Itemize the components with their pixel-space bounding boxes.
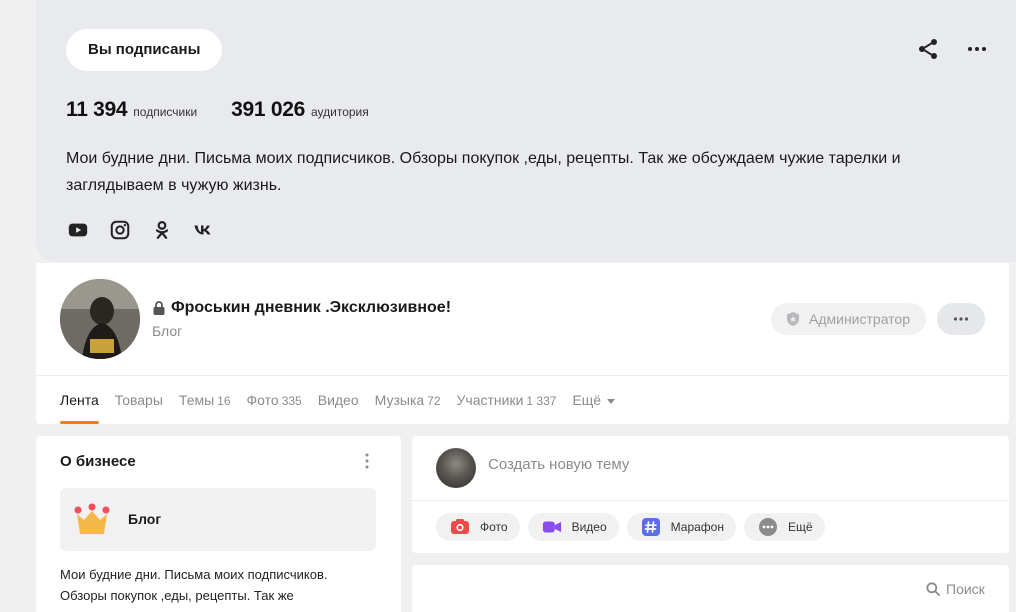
more-chip[interactable]: Ещё	[743, 513, 825, 541]
more-dots-icon	[953, 317, 969, 321]
chip-label: Фото	[480, 520, 508, 534]
tab-music[interactable]: Музыка 72	[375, 376, 441, 424]
create-topic-input[interactable]: Создать новую тему	[488, 456, 629, 473]
about-business-card: О бизнесе Блог Мои будние дни. Письма мо…	[36, 436, 401, 612]
subscribers-count: 11 394	[66, 98, 128, 121]
crown-icon	[74, 503, 110, 537]
more-dots-icon	[758, 517, 778, 537]
audience-count: 391 026	[231, 98, 305, 121]
about-business-text: Мои будние дни. Письма моих подписчиков.…	[60, 567, 328, 603]
audience-label: аудитория	[310, 105, 369, 119]
create-chips: Фото Видео Марафон Ещё	[436, 513, 825, 541]
video-chip[interactable]: Видео	[527, 513, 619, 541]
group-title-text[interactable]: Фроськин дневник .Эксклюзивное!	[171, 299, 451, 317]
tab-count: 1 337	[526, 394, 557, 408]
tab-label: Ещё	[572, 392, 602, 408]
user-avatar[interactable]	[436, 448, 476, 488]
tab-count: 16	[217, 394, 231, 408]
tab-label: Участники	[456, 392, 524, 408]
administrator-label: Администратор	[809, 311, 911, 327]
marathon-chip[interactable]: Марафон	[626, 513, 736, 541]
vertical-more-icon[interactable]	[358, 451, 376, 471]
search-icon	[926, 582, 940, 596]
tab-label: Товары	[114, 392, 163, 408]
group-avatar[interactable]	[60, 279, 140, 359]
share-icon[interactable]	[916, 37, 940, 61]
group-tabs: Лента Товары Темы 16 Фото 335 Видео Музыка…	[60, 376, 631, 424]
blog-label: Блог	[128, 511, 162, 527]
photo-chip[interactable]: Фото	[436, 513, 520, 541]
tab-products[interactable]: Товары	[115, 376, 163, 424]
more-options-icon[interactable]	[965, 37, 989, 61]
channel-header-card: Вы подписаны 11 394 подписчики 391 026 а…	[36, 0, 1016, 262]
tab-count: 72	[427, 394, 441, 408]
group-header-card: Фроськин дневник .Эксклюзивное! Блог Адм…	[36, 263, 1009, 424]
tab-feed[interactable]: Лента	[60, 376, 99, 424]
channel-stats: 11 394 подписчики 391 026 аудитория	[66, 98, 403, 122]
tab-count: 335	[281, 394, 302, 408]
subscribers-label: подписчики	[133, 105, 198, 119]
create-topic-card: Создать новую тему Фото Видео Марафон Ещ…	[412, 436, 1009, 553]
chip-label: Видео	[571, 520, 607, 534]
subscribed-button[interactable]: Вы подписаны	[66, 29, 223, 71]
group-more-button[interactable]	[937, 303, 985, 335]
tab-more[interactable]: Ещё	[572, 376, 616, 424]
hashtag-icon	[641, 517, 661, 537]
instagram-icon[interactable]	[108, 218, 132, 242]
chip-label: Марафон	[670, 520, 724, 534]
youtube-icon[interactable]	[66, 218, 90, 242]
video-camera-icon	[542, 517, 562, 537]
shield-icon	[787, 312, 799, 326]
tab-label: Фото	[246, 392, 279, 408]
channel-description: Мои будние дни. Письма моих подписчиков.…	[66, 150, 901, 194]
tab-video[interactable]: Видео	[318, 376, 359, 424]
tab-label: Музыка	[374, 392, 425, 408]
tab-label: Темы	[178, 392, 215, 408]
about-business-title: О бизнесе	[60, 453, 136, 470]
tab-photos[interactable]: Фото 335	[247, 376, 302, 424]
blog-category-box[interactable]: Блог	[60, 488, 376, 551]
tab-members[interactable]: Участники 1 337	[457, 376, 557, 424]
tab-topics[interactable]: Темы 16	[179, 376, 231, 424]
search-label: Поиск	[946, 581, 985, 597]
vk-icon[interactable]	[192, 218, 216, 242]
create-divider	[412, 500, 1009, 501]
chevron-down-icon	[607, 398, 616, 404]
social-links	[66, 218, 216, 242]
search-button[interactable]: Поиск	[926, 581, 985, 597]
lock-icon	[153, 301, 165, 315]
camera-icon	[450, 517, 470, 537]
odnoklassniki-icon[interactable]	[150, 218, 174, 242]
search-card: Поиск	[412, 565, 1009, 612]
tab-label: Лента	[60, 392, 99, 408]
group-subtitle: Блог	[152, 323, 183, 339]
chip-label: Ещё	[787, 520, 813, 534]
group-title: Фроськин дневник .Эксклюзивное!	[152, 299, 451, 317]
administrator-button[interactable]: Администратор	[771, 303, 927, 335]
tab-label: Видео	[317, 392, 359, 408]
